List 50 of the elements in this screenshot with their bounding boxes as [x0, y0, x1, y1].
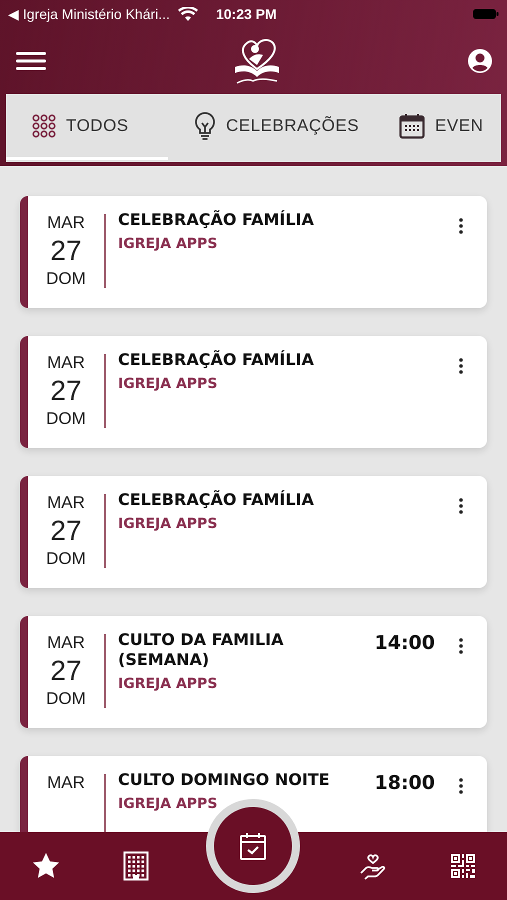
category-tab[interactable]: TODOS — [6, 94, 168, 160]
category-tab[interactable]: EVEN — [377, 94, 484, 160]
grid-icon — [32, 114, 56, 138]
more-options-icon — [459, 498, 463, 514]
event-month: MAR — [47, 774, 85, 792]
calendar-icon — [399, 112, 426, 138]
profile-button[interactable] — [467, 48, 493, 74]
event-month: MAR — [47, 354, 85, 372]
event-weekday: DOM — [46, 550, 86, 568]
event-card[interactable]: MAR 27 DOM CELEBRAÇÃO FAMÍLIA IGREJA APPS — [20, 196, 487, 308]
more-options-icon — [459, 638, 463, 654]
event-organizer: IGREJA APPS — [118, 236, 218, 252]
event-organizer: IGREJA APPS — [118, 376, 218, 392]
event-month: MAR — [47, 214, 85, 232]
event-weekday: DOM — [46, 410, 86, 428]
event-time: 14:00 — [374, 632, 435, 654]
category-tab[interactable]: CELEBRAÇÕES — [168, 94, 378, 160]
back-to-app-link[interactable]: ◀ Igreja Ministério Khári... — [8, 6, 170, 22]
event-organizer: IGREJA APPS — [118, 516, 218, 532]
event-month: MAR — [47, 634, 85, 652]
event-card[interactable]: MAR 27 DOM CELEBRAÇÃO FAMÍLIA IGREJA APPS — [20, 476, 487, 588]
event-day: 27 — [50, 376, 82, 406]
qr-code-icon — [450, 853, 476, 879]
more-options-icon — [459, 778, 463, 794]
more-options-icon — [459, 358, 463, 374]
event-day: 27 — [50, 516, 82, 546]
wifi-icon — [178, 6, 198, 22]
event-weekday: DOM — [46, 690, 86, 708]
building-icon — [122, 851, 149, 881]
event-title: CELEBRAÇÃO FAMÍLIA — [118, 210, 315, 230]
event-title: CULTO DA FAMILIA (SEMANA) — [118, 630, 284, 670]
event-day: 27 — [50, 236, 82, 266]
event-card[interactable]: MAR 27 DOM CELEBRAÇÃO FAMÍLIA IGREJA APPS — [20, 336, 487, 448]
calendar-check-icon — [239, 831, 268, 861]
status-time: 10:23 PM — [216, 6, 277, 22]
event-title: CELEBRAÇÃO FAMÍLIA — [118, 490, 315, 510]
event-card[interactable]: MAR CULTO DOMINGO NOITE IGREJA APPS 18:00 — [20, 756, 487, 832]
event-title: CELEBRAÇÃO FAMÍLIA — [118, 350, 315, 370]
lightbulb-icon — [194, 110, 216, 140]
menu-button[interactable] — [16, 51, 46, 71]
event-day: 27 — [50, 656, 82, 686]
event-time: 18:00 — [374, 772, 435, 794]
more-options-icon — [459, 218, 463, 234]
event-weekday: DOM — [46, 270, 86, 288]
event-month: MAR — [47, 494, 85, 512]
event-title: CULTO DOMINGO NOITE — [118, 770, 331, 790]
event-organizer: IGREJA APPS — [118, 676, 218, 692]
event-card[interactable]: MAR 27 DOM CULTO DA FAMILIA (SEMANA) IGREJA APPS 14:00 — [20, 616, 487, 728]
battery-icon — [473, 8, 499, 20]
event-organizer: IGREJA APPS — [118, 796, 218, 812]
